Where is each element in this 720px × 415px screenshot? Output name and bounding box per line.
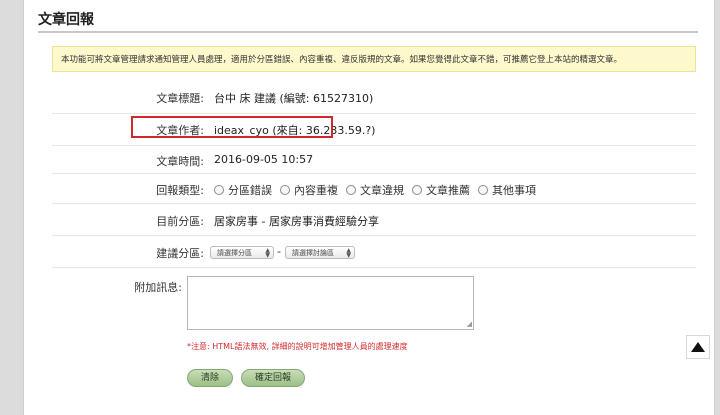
scroll-to-top-icon[interactable] [686, 335, 710, 359]
radio-label: 文章違規 [360, 184, 404, 197]
select-separator: - [277, 245, 281, 258]
radio-label: 文章推薦 [426, 184, 470, 197]
select-arrows-icon: ▲ ▼ [265, 247, 270, 259]
radio-circle-icon[interactable] [280, 185, 290, 195]
extra-message-label: 附加訊息: [134, 281, 182, 294]
radio-label: 分區錯誤 [228, 184, 272, 197]
report-type-radios: 分區錯誤 內容重複 文章違規 文章推薦 其他事項 [214, 182, 544, 198]
report-panel: 文章回報 本功能可將文章管理請求通知管理人員處理，適用於分區錯誤、內容重複、違反… [23, 0, 715, 415]
radio-recommend[interactable]: 文章推薦 [412, 182, 470, 198]
warning-text: *注意: HTML語法無效, 詳細的說明可增加管理人員的處理速度 [187, 342, 408, 351]
radio-circle-icon[interactable] [214, 185, 224, 195]
row-article-title: 文章標題: 台中 床 建議 (編號: 61527310) [52, 80, 696, 114]
clear-button[interactable]: 清除 [187, 369, 233, 387]
radio-section-error[interactable]: 分區錯誤 [214, 182, 272, 198]
section-select-value: 請選擇分區 [217, 249, 252, 257]
title-divider [38, 31, 698, 33]
article-title-label: 文章標題: [156, 92, 204, 105]
radio-label: 內容重複 [294, 184, 338, 197]
time-label: 文章時間: [156, 155, 204, 168]
forum-select-value: 請選擇討論區 [292, 249, 334, 257]
page-title: 文章回報 [38, 12, 94, 28]
confirm-report-button[interactable]: 確定回報 [241, 369, 305, 387]
radio-label: 其他事項 [492, 184, 536, 197]
section-select[interactable]: 請選擇分區 ▲ ▼ [210, 246, 274, 259]
report-type-label: 回報類型: [156, 184, 204, 197]
time-value: 2016-09-05 10:57 [214, 153, 314, 166]
resize-handle-icon[interactable]: ◢ [467, 321, 472, 328]
radio-circle-icon[interactable] [346, 185, 356, 195]
radio-circle-icon[interactable] [412, 185, 422, 195]
suggest-section-label: 建議分區: [156, 247, 204, 260]
article-title-value: 台中 床 建議 (編號: 61527310) [214, 92, 374, 105]
row-report-type: 回報類型: 分區錯誤 內容重複 文章違規 文章推薦 其他事項 [52, 173, 696, 204]
forum-select[interactable]: 請選擇討論區 ▲ ▼ [285, 246, 355, 259]
extra-message-textarea[interactable]: ◢ [187, 276, 474, 330]
current-section-label: 目前分區: [156, 215, 204, 228]
author-highlight-box [131, 116, 333, 138]
radio-violation[interactable]: 文章違規 [346, 182, 404, 198]
current-section-value: 居家房事 - 居家房事消費經驗分享 [214, 215, 379, 228]
select-arrows-icon: ▲ ▼ [346, 247, 351, 259]
radio-circle-icon[interactable] [478, 185, 488, 195]
row-current-section: 目前分區: 居家房事 - 居家房事消費經驗分享 [52, 203, 696, 236]
row-suggest-section: 建議分區: 請選擇分區 ▲ ▼ - 請選擇討論區 ▲ ▼ [52, 235, 696, 268]
radio-other[interactable]: 其他事項 [478, 182, 536, 198]
radio-duplicate[interactable]: 內容重複 [280, 182, 338, 198]
row-time: 文章時間: 2016-09-05 10:57 [52, 145, 696, 174]
notice-box: 本功能可將文章管理請求通知管理人員處理，適用於分區錯誤、內容重複、違反版規的文章… [52, 46, 696, 72]
